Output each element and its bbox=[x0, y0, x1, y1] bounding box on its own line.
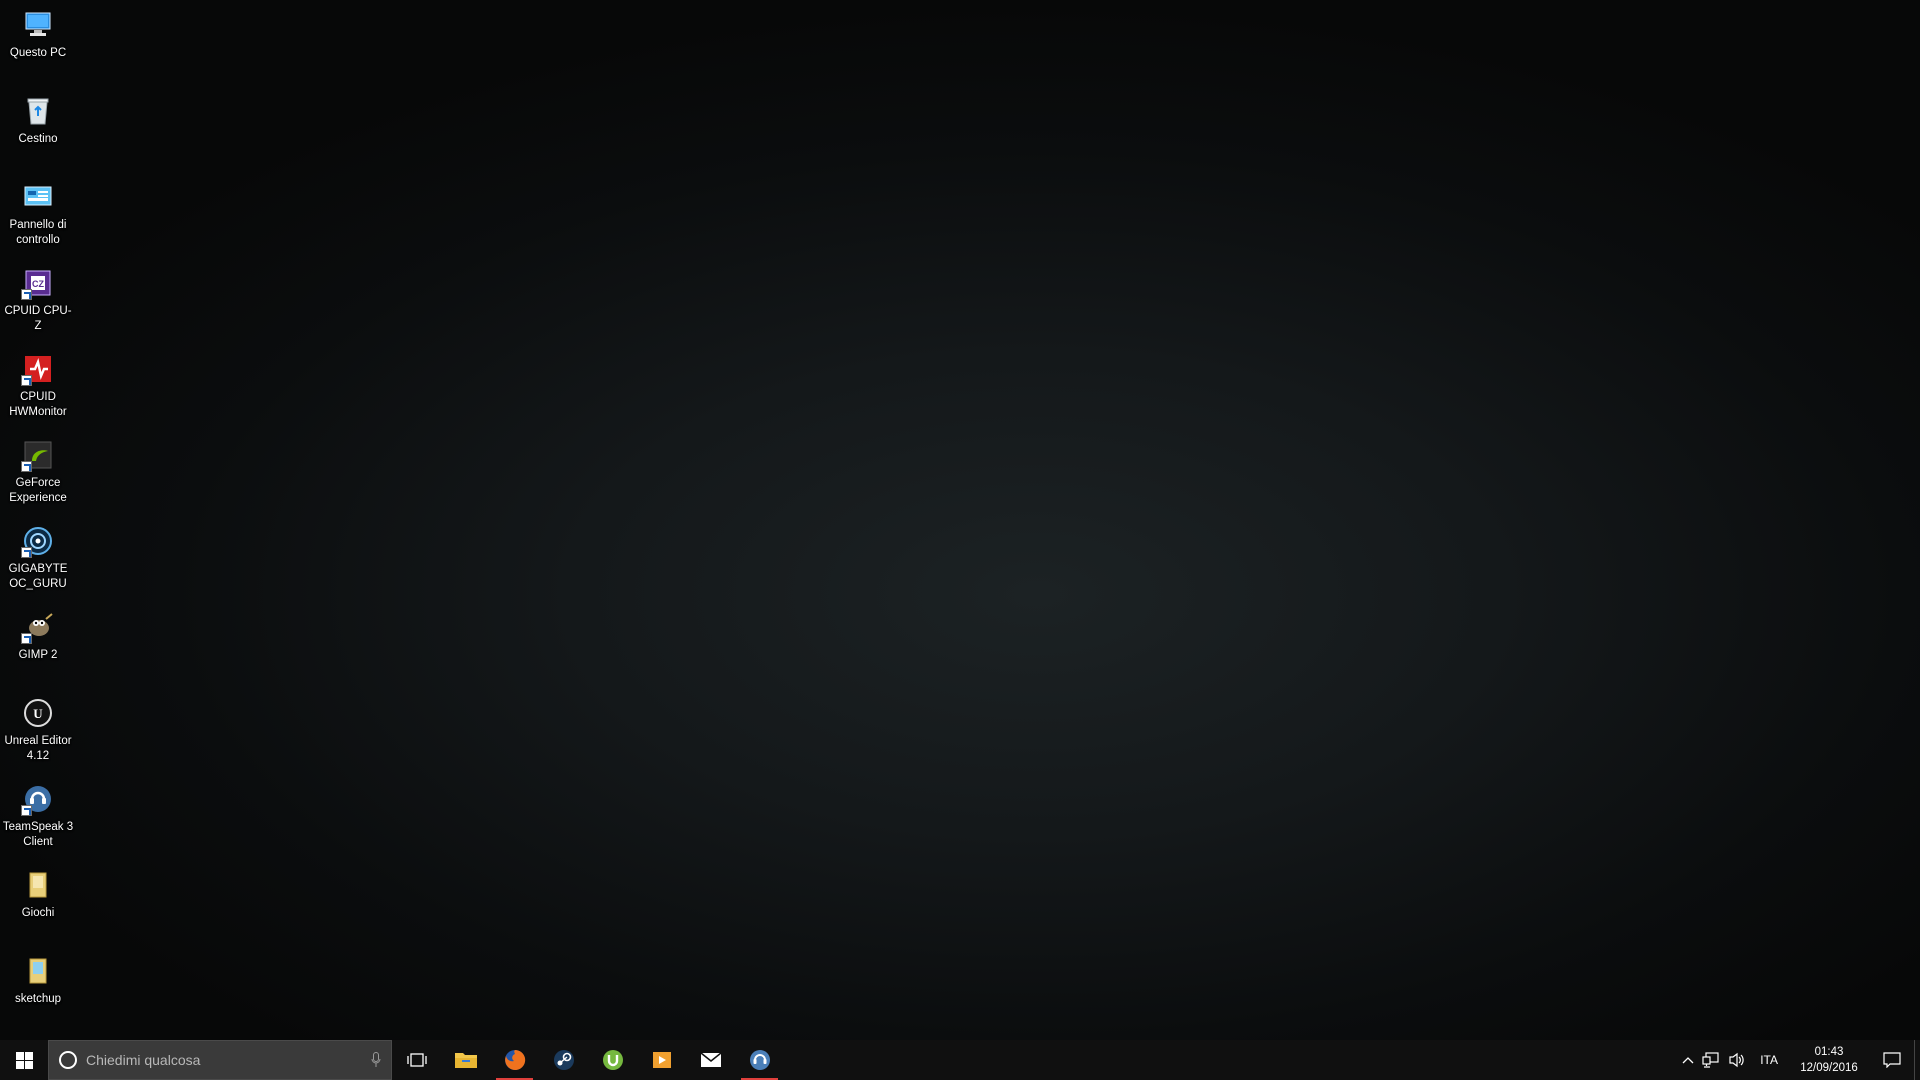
desktop-icon-label: TeamSpeak 3 Client bbox=[2, 821, 74, 848]
taskbar-utorrent[interactable] bbox=[588, 1040, 637, 1080]
microphone-icon[interactable] bbox=[361, 1052, 391, 1068]
taskbar-firefox[interactable] bbox=[490, 1040, 539, 1080]
cortana-icon bbox=[59, 1051, 77, 1069]
chevron-up-icon bbox=[1682, 1057, 1694, 1064]
desktop-icon-label: Giochi bbox=[21, 907, 55, 919]
cpuz-icon: CZ bbox=[21, 266, 55, 300]
desktop-icon-label: Questo PC bbox=[9, 47, 67, 59]
search-box[interactable]: Chiedimi qualcosa bbox=[48, 1040, 392, 1080]
taskbar: Chiedimi qualcosa ITA 01:43 12/09/2016 bbox=[0, 1040, 1920, 1080]
shortcut-arrow-icon bbox=[21, 375, 32, 386]
input-language-indicator[interactable]: ITA bbox=[1750, 1040, 1788, 1080]
desktop-icon-control-panel[interactable]: Pannello di controllo bbox=[0, 174, 76, 256]
taskbar-file-explorer[interactable] bbox=[441, 1040, 490, 1080]
desktop-icon-label: CPUID CPU-Z bbox=[4, 305, 72, 332]
recycle-bin-icon bbox=[21, 94, 55, 128]
task-view-button[interactable] bbox=[392, 1040, 441, 1080]
notification-icon bbox=[1883, 1052, 1901, 1068]
desktop-icon-sketchup[interactable]: sketchup bbox=[0, 948, 76, 1030]
taskbar-steam[interactable] bbox=[539, 1040, 588, 1080]
volume-button[interactable] bbox=[1724, 1040, 1750, 1080]
speaker-icon bbox=[1729, 1052, 1744, 1068]
geforce-icon bbox=[21, 438, 55, 472]
folder-icon bbox=[21, 954, 55, 988]
search-placeholder: Chiedimi qualcosa bbox=[86, 1052, 201, 1068]
shortcut-arrow-icon bbox=[21, 805, 32, 816]
folder-icon bbox=[21, 868, 55, 902]
desktop-icon-geforce[interactable]: GeForce Experience bbox=[0, 432, 76, 514]
shortcut-arrow-icon bbox=[21, 633, 32, 644]
desktop-icon-label: sketchup bbox=[14, 993, 62, 1005]
media-player-icon bbox=[652, 1052, 671, 1068]
steam-icon bbox=[553, 1050, 574, 1070]
taskbar-mail[interactable] bbox=[686, 1040, 735, 1080]
shortcut-arrow-icon bbox=[21, 461, 32, 472]
utorrent-icon bbox=[602, 1050, 623, 1070]
desktop-icon-label: CPUID HWMonitor bbox=[9, 391, 67, 418]
network-icon bbox=[1702, 1052, 1719, 1068]
show-desktop-button[interactable] bbox=[1914, 1040, 1920, 1080]
system-tray: ITA 01:43 12/09/2016 bbox=[1678, 1040, 1920, 1080]
control-panel-icon bbox=[21, 180, 55, 214]
start-button[interactable] bbox=[0, 1040, 48, 1080]
clock[interactable]: 01:43 12/09/2016 bbox=[1788, 1044, 1870, 1076]
show-hidden-icons-button[interactable] bbox=[1678, 1040, 1698, 1080]
unreal-icon: U bbox=[21, 696, 55, 730]
folder-icon bbox=[454, 1053, 477, 1068]
teamspeak-icon bbox=[749, 1050, 770, 1070]
hwmonitor-icon bbox=[21, 352, 55, 386]
clock-date: 12/09/2016 bbox=[1800, 1062, 1858, 1074]
desktop-icon-hwmonitor[interactable]: CPUID HWMonitor bbox=[0, 346, 76, 428]
desktop-icon-teamspeak[interactable]: TeamSpeak 3 Client bbox=[0, 776, 76, 858]
desktop-icon-label: GIGABYTE OC_GURU bbox=[8, 563, 68, 590]
action-center-button[interactable] bbox=[1870, 1040, 1914, 1080]
shortcut-arrow-icon bbox=[21, 547, 32, 558]
windows-logo-icon bbox=[15, 1051, 33, 1069]
taskbar-media-player[interactable] bbox=[637, 1040, 686, 1080]
desktop-icon-label: Pannello di controllo bbox=[9, 219, 67, 246]
svg-text:U: U bbox=[33, 706, 43, 721]
gimp-icon bbox=[21, 610, 55, 644]
clock-time: 01:43 bbox=[1814, 1046, 1844, 1058]
desktop-icon-recycle-bin[interactable]: Cestino bbox=[0, 88, 76, 170]
teamspeak-icon bbox=[21, 782, 55, 816]
desktop-icon-giochi[interactable]: Giochi bbox=[0, 862, 76, 944]
desktop-icon-label: GeForce Experience bbox=[9, 477, 67, 504]
desktop-icon-label: Unreal Editor 4.12 bbox=[4, 735, 72, 762]
mail-icon bbox=[700, 1052, 721, 1067]
shortcut-arrow-icon bbox=[21, 289, 32, 300]
desktop-icon-gigabyte[interactable]: GIGABYTE OC_GURU bbox=[0, 518, 76, 600]
network-button[interactable] bbox=[1698, 1040, 1724, 1080]
desktop-icon-unreal[interactable]: U Unreal Editor 4.12 bbox=[0, 690, 76, 772]
desktop-icon-this-pc[interactable]: Questo PC bbox=[0, 2, 76, 84]
desktop-icon-label: GIMP 2 bbox=[18, 649, 58, 661]
desktop-icon-label: Cestino bbox=[18, 133, 58, 145]
taskbar-teamspeak[interactable] bbox=[735, 1040, 784, 1080]
desktop-icon-cpuz[interactable]: CZ CPUID CPU-Z bbox=[0, 260, 76, 342]
this-pc-icon bbox=[21, 8, 55, 42]
desktop-icon-gimp[interactable]: GIMP 2 bbox=[0, 604, 76, 686]
task-view-icon bbox=[406, 1053, 427, 1067]
svg-text:CZ: CZ bbox=[32, 279, 44, 289]
firefox-icon bbox=[504, 1049, 525, 1070]
gigabyte-icon bbox=[21, 524, 55, 558]
